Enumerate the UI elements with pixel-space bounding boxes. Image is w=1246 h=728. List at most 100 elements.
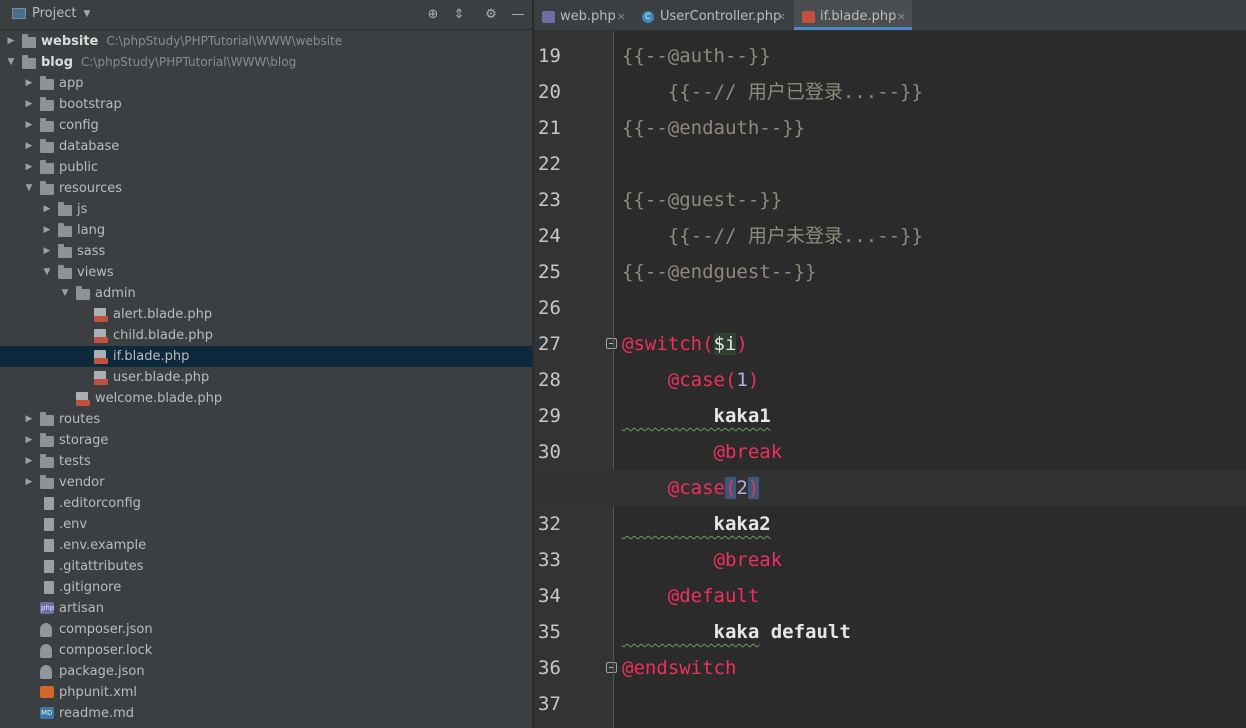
locate-icon[interactable]: ⊕ xyxy=(425,7,441,23)
collapse-arrow-icon[interactable]: ▶ xyxy=(24,115,34,136)
hide-panel-icon[interactable]: — xyxy=(510,7,526,23)
collapse-arrow-icon[interactable]: ▶ xyxy=(6,31,16,52)
tree-item-label: user.blade.php xyxy=(113,367,209,388)
tree-item-label: routes xyxy=(59,409,100,430)
tree-item-views[interactable]: ▼ views xyxy=(0,262,532,283)
code-editor[interactable]: 19202122232425262728293031323334353637 {… xyxy=(534,31,1246,728)
code-line[interactable]: @break xyxy=(622,542,1242,578)
tree-item-database[interactable]: ▶ database xyxy=(0,136,532,157)
collapse-arrow-icon[interactable]: ▶ xyxy=(24,472,34,493)
tree-item-app[interactable]: ▶ app xyxy=(0,73,532,94)
code-line[interactable]: {{--@endguest--}} xyxy=(622,254,1242,290)
code-token: kaka xyxy=(622,621,760,643)
tree-item-tests[interactable]: ▶ tests xyxy=(0,451,532,472)
tree-item-js[interactable]: ▶ js xyxy=(0,199,532,220)
code-line[interactable]: {{--@auth--}} xyxy=(622,38,1242,74)
tree-item-name: database xyxy=(59,139,120,154)
tree-item-artisan[interactable]: artisan xyxy=(0,598,532,619)
code-line[interactable]: @case(2) xyxy=(622,470,1242,506)
collapse-arrow-icon[interactable]: ▶ xyxy=(24,157,34,178)
tree-item-package-json[interactable]: package.json xyxy=(0,661,532,682)
collapse-arrow-icon[interactable]: ▶ xyxy=(24,451,34,472)
tree-item-if-blade-php[interactable]: if.blade.php xyxy=(0,346,532,367)
collapse-arrow-icon[interactable]: ▶ xyxy=(24,94,34,115)
tree-item-name: alert.blade.php xyxy=(113,307,213,322)
tree-item-welcome-blade-php[interactable]: welcome.blade.php xyxy=(0,388,532,409)
text-file-icon xyxy=(44,539,54,552)
tree-item-website[interactable]: ▶ website C:\phpStudy\PHPTutorial\WWW\webs… xyxy=(0,31,532,52)
collapse-all-icon[interactable]: ⇕ xyxy=(451,7,467,23)
tree-item-vendor[interactable]: ▶ vendor xyxy=(0,472,532,493)
collapse-arrow-icon[interactable]: ▶ xyxy=(42,199,52,220)
folder-icon xyxy=(40,160,54,174)
collapse-arrow-icon[interactable]: ▶ xyxy=(24,136,34,157)
tree-item-storage[interactable]: ▶ storage xyxy=(0,430,532,451)
code-line[interactable]: {{--// 用户已登录...--}} xyxy=(622,74,1242,110)
tree-item-gitattributes[interactable]: .gitattributes xyxy=(0,556,532,577)
tab-if-blade-php[interactable]: if.blade.php × xyxy=(794,0,912,30)
tree-item-bootstrap[interactable]: ▶ bootstrap xyxy=(0,94,532,115)
tree-item-admin[interactable]: ▼ admin xyxy=(0,283,532,304)
tree-item-resources[interactable]: ▼ resources xyxy=(0,178,532,199)
expand-arrow-icon[interactable]: ▼ xyxy=(24,178,34,199)
code-line[interactable]: {{--@endauth--}} xyxy=(622,110,1242,146)
tree-item-env[interactable]: .env xyxy=(0,514,532,535)
code-line[interactable]: kaka1 xyxy=(622,398,1242,434)
code-line[interactable]: @case(1) xyxy=(622,362,1242,398)
tree-item-phpunit-xml[interactable]: phpunit.xml xyxy=(0,682,532,703)
tree-item-user-blade-php[interactable]: user.blade.php xyxy=(0,367,532,388)
markdown-file-icon xyxy=(40,707,54,719)
close-icon[interactable]: × xyxy=(897,0,906,34)
tab-web-php[interactable]: web.php × xyxy=(534,0,632,30)
tree-item-blog[interactable]: ▼ blog C:\phpStudy\PHPTutorial\WWW\blog xyxy=(0,52,532,73)
tree-item-label: .gitattributes xyxy=(59,556,144,577)
collapse-arrow-icon[interactable]: ▶ xyxy=(42,241,52,262)
tree-item-name: .gitignore xyxy=(59,580,122,595)
gear-icon[interactable]: ⚙ xyxy=(483,7,499,23)
project-view-selector[interactable]: Project ▼ xyxy=(12,6,90,21)
tree-item-env-example[interactable]: .env.example xyxy=(0,535,532,556)
tree-item-alert-blade-php[interactable]: alert.blade.php xyxy=(0,304,532,325)
code-line[interactable]: @break xyxy=(622,434,1242,470)
text-file-icon xyxy=(44,497,54,510)
expand-arrow-icon[interactable]: ▼ xyxy=(6,52,16,73)
tree-item-readme-md[interactable]: readme.md xyxy=(0,703,532,724)
code-line[interactable]: @endswitch xyxy=(622,650,1242,686)
tab-usercontroller-php[interactable]: UserController.php× xyxy=(634,0,792,34)
tree-item-routes[interactable]: ▶ routes xyxy=(0,409,532,430)
code-line[interactable] xyxy=(622,146,1242,182)
expand-arrow-icon[interactable]: ▼ xyxy=(60,283,70,304)
code-line[interactable]: {{--@guest--}} xyxy=(622,182,1242,218)
tree-item-composer-lock[interactable]: composer.lock xyxy=(0,640,532,661)
code-token: @case( xyxy=(622,369,737,391)
collapse-arrow-icon[interactable]: ▶ xyxy=(42,220,52,241)
expand-arrow-icon[interactable]: ▼ xyxy=(42,262,52,283)
tree-item-composer-json[interactable]: composer.json xyxy=(0,619,532,640)
fold-marker-icon[interactable] xyxy=(606,662,617,673)
collapse-arrow-icon[interactable]: ▶ xyxy=(24,409,34,430)
tree-item-label: alert.blade.php xyxy=(113,304,212,325)
gutter-divider xyxy=(613,31,614,728)
tree-item-lang[interactable]: ▶ lang xyxy=(0,220,532,241)
tree-item-gitignore[interactable]: .gitignore xyxy=(0,577,532,598)
code-line[interactable]: {{--// 用户未登录...--}} xyxy=(622,218,1242,254)
code-line[interactable]: @switch($i) xyxy=(622,326,1242,362)
folder-icon xyxy=(40,412,54,426)
tree-item-sass[interactable]: ▶ sass xyxy=(0,241,532,262)
tree-item-public[interactable]: ▶ public xyxy=(0,157,532,178)
tree-item-child-blade-php[interactable]: child.blade.php xyxy=(0,325,532,346)
code-line[interactable] xyxy=(622,290,1242,326)
code-line[interactable]: kaka2 xyxy=(622,506,1242,542)
collapse-arrow-icon[interactable]: ▶ xyxy=(24,430,34,451)
code-line[interactable] xyxy=(622,686,1242,722)
close-icon[interactable]: × xyxy=(617,0,626,34)
code-line[interactable]: kaka default xyxy=(622,614,1242,650)
close-icon[interactable]: × xyxy=(777,0,786,34)
code-line[interactable]: @default xyxy=(622,578,1242,614)
fold-marker-icon[interactable] xyxy=(606,338,617,349)
json-file-icon xyxy=(40,665,52,679)
collapse-arrow-icon[interactable]: ▶ xyxy=(24,73,34,94)
blade-file-icon xyxy=(802,11,815,23)
tree-item-editorconfig[interactable]: .editorconfig xyxy=(0,493,532,514)
tree-item-config[interactable]: ▶ config xyxy=(0,115,532,136)
